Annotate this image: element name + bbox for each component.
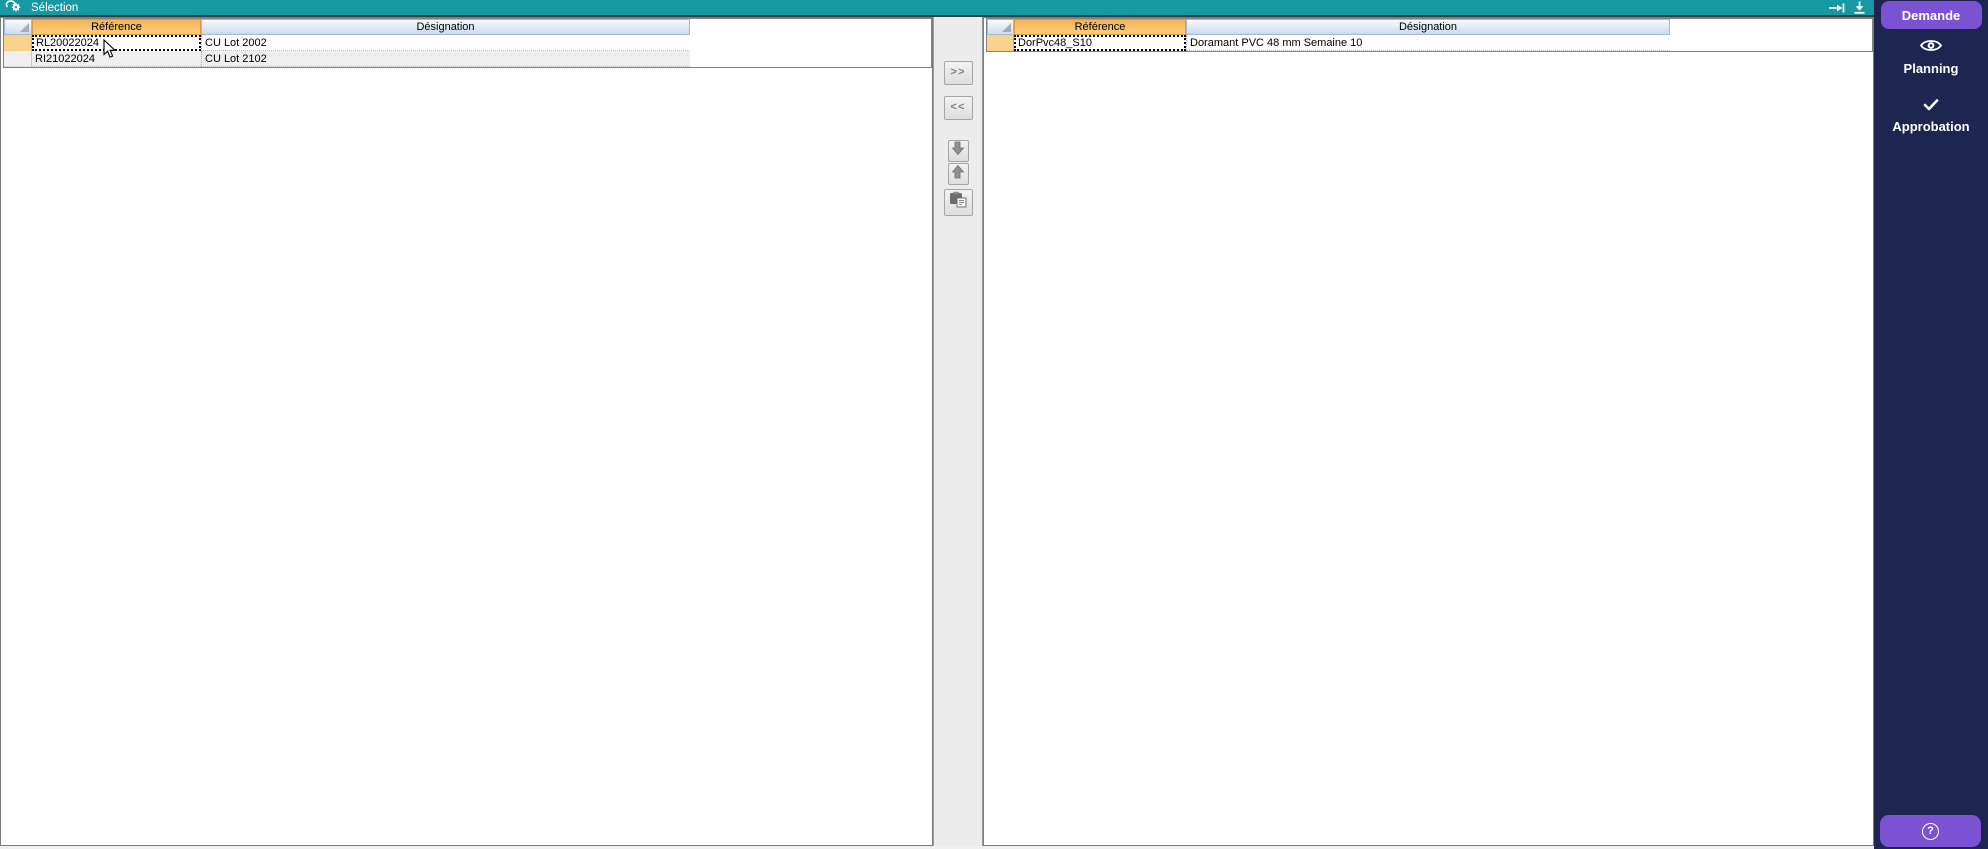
destination-header-designation[interactable]: Désignation [1186, 19, 1670, 35]
title-bar: Sélection [0, 0, 1874, 17]
help-button[interactable]: ? [1880, 815, 1981, 847]
selection-gear-icon [5, 0, 22, 17]
arrow-to-bar-icon[interactable] [1828, 2, 1846, 14]
table-cell-reference[interactable]: RL20022024 [32, 35, 201, 51]
move-left-button[interactable]: << [943, 96, 973, 120]
source-panel: Référence Désignation RL20022024 CU Lot … [0, 17, 933, 846]
destination-panel: Référence Désignation DorPvc48_S10 Doram… [983, 17, 1874, 846]
arrow-down-icon [951, 141, 965, 161]
paste-icon [949, 191, 968, 214]
row-indicator[interactable] [4, 35, 32, 51]
table-cell-designation[interactable]: CU Lot 2002 [201, 35, 690, 51]
sidebar-item-label: Planning [1903, 61, 1959, 76]
transfer-strip: >> << [933, 17, 983, 846]
download-icon[interactable] [1853, 1, 1866, 14]
help-glyph: ? [1927, 825, 1934, 837]
workflow-sidebar: Demande Planning Approbation ? [1874, 0, 1988, 849]
help-circle-icon: ? [1922, 822, 1939, 840]
sidebar-item-planning[interactable]: Planning [1903, 38, 1959, 76]
table-cell-designation[interactable]: CU Lot 2102 [201, 51, 690, 67]
table-cell-designation[interactable]: Doramant PVC 48 mm Semaine 10 [1186, 35, 1670, 51]
check-icon [1923, 99, 1939, 114]
destination-header-reference[interactable]: Référence [1014, 19, 1186, 35]
sidebar-item-approbation[interactable]: Approbation [1892, 99, 1970, 134]
destination-select-all-corner[interactable] [987, 19, 1014, 35]
table-cell-reference[interactable]: DorPvc48_S10 [1014, 35, 1186, 51]
sidebar-item-demande[interactable]: Demande [1880, 1, 1982, 29]
selection-window: Sélection Référence Désignation RL200220… [0, 0, 1988, 849]
eye-icon [1919, 38, 1943, 56]
paste-button[interactable] [943, 189, 973, 216]
move-right-button[interactable]: >> [943, 61, 973, 85]
source-header-reference[interactable]: Référence [32, 19, 201, 35]
arrow-up-icon [951, 164, 965, 184]
source-table: Référence Désignation RL20022024 CU Lot … [3, 18, 932, 68]
content-area: Référence Désignation RL20022024 CU Lot … [0, 17, 1874, 849]
move-down-button[interactable] [947, 140, 969, 162]
title-bar-actions [1828, 1, 1869, 14]
sidebar-item-label: Approbation [1892, 119, 1970, 134]
destination-table: Référence Désignation DorPvc48_S10 Doram… [986, 18, 1873, 52]
window-title: Sélection [31, 1, 79, 14]
main-column: Sélection Référence Désignation RL200220… [0, 0, 1874, 849]
source-select-all-corner[interactable] [4, 19, 32, 35]
move-up-button[interactable] [947, 163, 969, 185]
row-indicator[interactable] [4, 51, 32, 67]
row-indicator[interactable] [987, 35, 1014, 51]
table-cell-reference[interactable]: RI21022024 [32, 51, 201, 67]
source-header-designation[interactable]: Désignation [201, 19, 690, 35]
